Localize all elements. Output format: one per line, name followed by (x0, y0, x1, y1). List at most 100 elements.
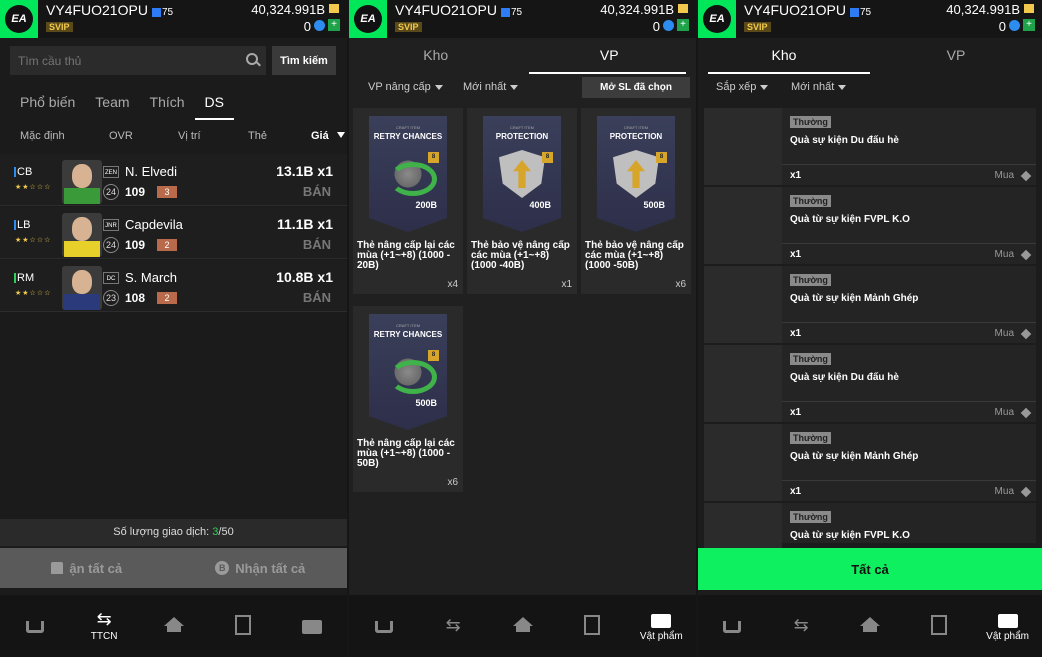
col-position[interactable]: Vị trí (178, 130, 201, 142)
collect-bp-button[interactable]: B Nhận tất cả (174, 548, 348, 588)
reward-row[interactable]: Thường Quà từ sự kiện FVPL K.O (704, 503, 1036, 580)
nav-shop[interactable] (0, 595, 69, 657)
reward-row[interactable]: Thường Quà từ sự kiện FVPL K.O x1 Mua (704, 187, 1036, 264)
nav-shop[interactable] (698, 595, 767, 657)
swap-icon: ⇆ (445, 614, 461, 635)
item-card-art: CRAFT ITEM PROTECTION 8 400B (483, 116, 561, 232)
search-icon[interactable] (246, 53, 258, 65)
player-row[interactable]: CB ★★☆☆☆ ZEN N. Elvedi 24 109 3 13.1B x1 BÁN (0, 154, 347, 206)
rarity-badge: Thường (790, 195, 831, 207)
search-button[interactable]: Tìm kiếm (272, 46, 336, 75)
nav-transfer-market[interactable]: ⇆ TTCN (69, 595, 138, 657)
diamond-icon (1020, 407, 1032, 419)
reward-quantity: x1 (790, 407, 802, 418)
storage-panel: EA VY4FUO21OPU 75 SVIP 40,324.991B 0 + Kh… (698, 0, 1042, 657)
sell-button[interactable]: BÁN (303, 184, 331, 199)
item-value: 500B (415, 398, 437, 408)
buy-button[interactable]: Mua (995, 486, 1014, 497)
nav-items[interactable]: Vật phẩm (973, 595, 1042, 657)
fc-point-icon (314, 20, 325, 31)
reward-row[interactable]: Thường Quà từ sự kiện Mảnh Ghép x1 Mua (704, 266, 1036, 343)
filter-upgrade-items[interactable]: VP nâng cấp (368, 81, 443, 93)
nav-transfer-market[interactable]: ⇆ (767, 595, 836, 657)
tab-storage[interactable]: Kho (349, 38, 523, 74)
buy-button[interactable]: Mua (995, 249, 1014, 260)
bag-icon (651, 614, 672, 628)
add-currency-button[interactable]: + (328, 19, 340, 31)
reward-row[interactable]: Thường Quà sự kiện Du đấu hè x1 Mua (704, 345, 1036, 422)
filter-newest[interactable]: Mới nhất (791, 81, 847, 93)
item-card[interactable]: CRAFT ITEM PROTECTION 8 400B Thẻ bảo vệ nâng… (467, 108, 577, 294)
coin-icon (678, 4, 688, 13)
top-bar: EA VY4FUO21OPU 75 SVIP 40,324.991B 0 + (0, 0, 347, 38)
buy-button[interactable]: Mua (995, 328, 1014, 339)
nav-items[interactable] (278, 595, 347, 657)
reward-row[interactable]: Thường Quà sự kiện Du đấu hè x1 Mua (704, 108, 1036, 185)
col-card[interactable]: Thẻ (248, 130, 267, 142)
nav-home[interactable] (836, 595, 905, 657)
open-selected-button[interactable]: Mở SL đã chọn (582, 77, 690, 98)
player-name: S. March (125, 270, 178, 285)
reward-quantity: x1 (790, 170, 802, 181)
filter-newest[interactable]: Mới nhất (463, 81, 519, 93)
item-card[interactable]: CRAFT ITEM RETRY CHANCES 8 500B Thẻ nâng cấp… (353, 306, 463, 492)
nav-squad[interactable] (557, 595, 626, 657)
tab-list[interactable]: DS (194, 88, 235, 120)
fc-point-icon (663, 20, 674, 31)
player-row[interactable]: LB ★★☆☆☆ JNR Capdevila 24 109 2 11.1B x1 BÁN (0, 207, 347, 259)
tab-items[interactable]: VP (523, 38, 697, 74)
add-currency-button[interactable]: + (1023, 19, 1035, 31)
bottom-nav: ⇆ Vật phẩm (698, 595, 1042, 657)
nav-home[interactable] (488, 595, 557, 657)
claim-all-button[interactable]: Tất cả (698, 548, 1042, 590)
player-avatar (62, 266, 102, 310)
nav-squad[interactable] (904, 595, 973, 657)
item-description: Thẻ bảo vệ nâng cấp các mùa (+1~+8) (100… (585, 240, 684, 271)
buy-button[interactable]: Mua (995, 170, 1014, 181)
nav-transfer-market[interactable]: ⇆ (418, 595, 487, 657)
filter-sort[interactable]: Sắp xếp (716, 81, 769, 93)
cart-icon (25, 621, 44, 633)
tab-team[interactable]: Team (85, 88, 139, 118)
search-input[interactable] (10, 46, 266, 75)
col-default[interactable]: Mặc định (20, 130, 65, 142)
ea-logo[interactable]: EA (0, 0, 38, 38)
ea-logo[interactable]: EA (349, 0, 387, 38)
tab-favorite[interactable]: Thích (140, 88, 195, 118)
upgrade-level: 2 (157, 239, 177, 251)
nav-shop[interactable] (349, 595, 418, 657)
nav-squad[interactable] (208, 595, 277, 657)
nav-home[interactable] (139, 595, 208, 657)
season-icon: JNR (103, 219, 119, 231)
player-name: Capdevila (125, 217, 183, 232)
field-icon (930, 614, 947, 635)
tab-popular[interactable]: Phổ biến (10, 88, 85, 118)
divider (782, 164, 1036, 165)
player-row[interactable]: RM ★★☆☆☆ DC S. March 23 108 2 10.8B x1 BÁN (0, 260, 347, 312)
buy-button[interactable]: Mua (995, 407, 1014, 418)
star-rating: ★★☆☆☆ (15, 237, 52, 244)
sell-button[interactable]: BÁN (303, 237, 331, 252)
reward-thumbnail (704, 108, 782, 185)
col-price[interactable]: Giá (311, 130, 329, 142)
level-flag-icon (849, 7, 859, 17)
shirt-icon (51, 562, 64, 574)
sell-button[interactable]: BÁN (303, 290, 331, 305)
tab-storage[interactable]: Kho (698, 38, 870, 74)
ea-logo[interactable]: EA (698, 0, 736, 38)
item-card[interactable]: CRAFT ITEM RETRY CHANCES 8 200B Thẻ nâng cấp… (353, 108, 463, 294)
item-quantity: x4 (447, 279, 458, 290)
sort-desc-icon[interactable] (337, 132, 345, 138)
item-description: Thẻ nâng cấp lại các mùa (+1~+8) (1000 -… (357, 240, 455, 271)
item-card[interactable]: CRAFT ITEM PROTECTION 8 500B Thẻ bảo vệ nâng… (581, 108, 691, 294)
col-ovr[interactable]: OVR (109, 130, 133, 142)
reward-thumbnail (704, 345, 782, 422)
tab-items[interactable]: VP (870, 38, 1042, 74)
chevron-down-icon (434, 84, 443, 90)
collect-players-button[interactable]: ận tất cả (0, 548, 174, 588)
reward-row[interactable]: Thường Quà từ sự kiện Mảnh Ghép x1 Mua (704, 424, 1036, 501)
item-card-title: PROTECTION (609, 132, 663, 141)
nav-items[interactable]: Vật phẩm (627, 595, 696, 657)
add-currency-button[interactable]: + (677, 19, 689, 31)
coin-balance: 40,324.991B (600, 2, 674, 17)
